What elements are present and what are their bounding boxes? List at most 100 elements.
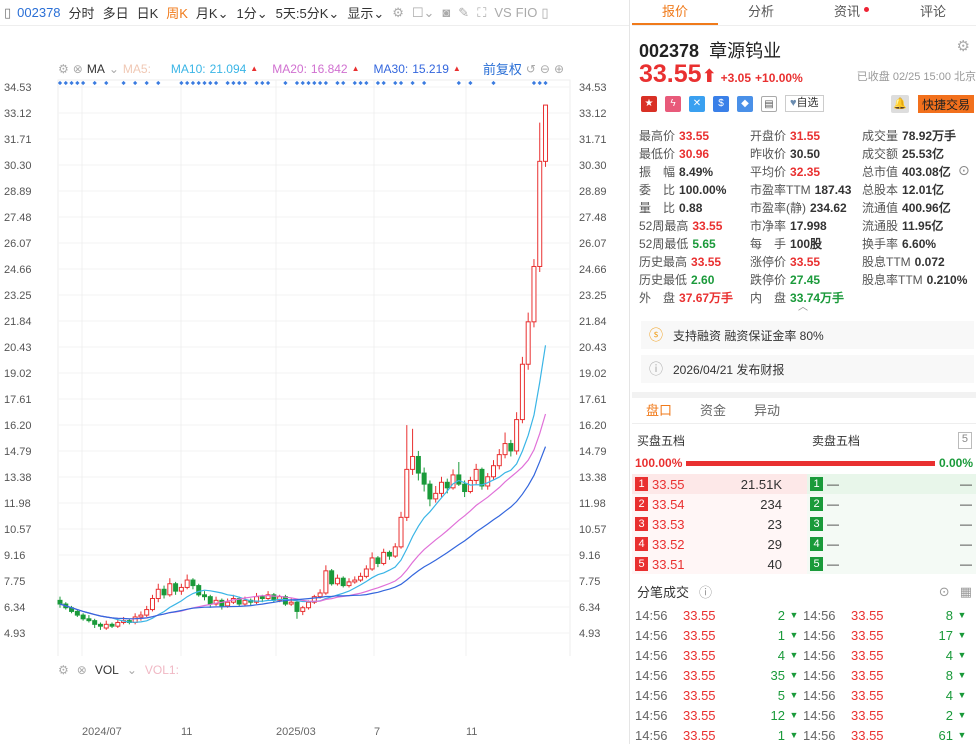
y-tick-label-right: 11.98 [579, 498, 606, 510]
vol-legend: ⚙ ⊗ VOL ⌄ VOL1: [58, 663, 179, 677]
vs-button[interactable]: VS [494, 5, 511, 20]
info-icon[interactable]: ⓘ [699, 582, 712, 601]
stat-cell: 总股本 12.01亿 [862, 181, 944, 199]
divider [632, 392, 976, 398]
bid-level[interactable]: 1 33.55 21.51K [632, 474, 807, 494]
y-tick-label: 33.12 [4, 108, 32, 120]
tab-movement[interactable]: 异动 [754, 400, 780, 423]
candle-body [202, 594, 207, 598]
depth-selector[interactable]: 5 [957, 432, 972, 449]
zoom-out-icon[interactable]: ⊖ [540, 62, 550, 76]
candle [213, 596, 219, 606]
tab-weekly-k[interactable]: 周K [166, 3, 188, 22]
bid-price: 33.55 [652, 476, 685, 492]
stock-code[interactable]: 002378 [17, 5, 60, 20]
x-tick-label: 2024/07 [82, 726, 122, 738]
dollar-icon[interactable]: $ [713, 95, 729, 112]
stat-cell: 跌停价 27.45 [750, 271, 820, 289]
bid-level[interactable]: 3 33.53 23 [632, 514, 807, 534]
candle [508, 439, 514, 457]
event-marker-icon [144, 80, 149, 86]
camera-icon[interactable]: ◙ [442, 5, 450, 20]
settings-gear-icon[interactable]: ⚙ [957, 37, 970, 55]
ask-level[interactable]: 5 — — [807, 554, 976, 574]
candle-body [300, 607, 306, 612]
ask-level[interactable]: 4 — — [807, 534, 976, 554]
trade-price: 33.55 [683, 667, 716, 683]
stat-cell: 市净率 17.998 [750, 217, 827, 235]
collapse-chevron-icon[interactable]: ︿ [798, 298, 808, 313]
panel-toggle-icon[interactable]: ▯ [541, 5, 548, 21]
report-info[interactable]: ⓘ 2026/04/21 发布财报 [641, 355, 974, 383]
more-icon[interactable]: ⊙ [939, 584, 950, 600]
minute-dropdown[interactable]: 1分⌄ [237, 3, 268, 22]
candle [340, 576, 346, 588]
candle [473, 463, 479, 485]
stat-label: 流通值 [862, 201, 899, 215]
ask-level[interactable]: 2 — — [807, 494, 976, 514]
candle [144, 605, 150, 617]
vol-close-icon[interactable]: ⊗ [77, 663, 87, 677]
stat-cell: 历史最高 33.55 [639, 253, 721, 271]
more-icon[interactable]: ⊙ [958, 162, 970, 179]
bid-rank: 5 [635, 557, 648, 571]
bid-level[interactable]: 2 33.54 234 [632, 494, 807, 514]
bid-volume: 234 [760, 496, 782, 512]
margin-icon[interactable]: ϟ [665, 95, 681, 112]
tab-quote[interactable]: 报价 [632, 0, 718, 25]
ma-dropdown[interactable]: MA [87, 62, 105, 76]
y-tick-label-right: 16.20 [579, 420, 607, 432]
candlestick-chart[interactable]: 34.53 34.53 33.12 33.12 31.71 31.71 30.30 30.30… [0, 76, 630, 656]
event-marker-icon [323, 80, 329, 86]
checkbox-icon[interactable]: ☐⌄ [412, 5, 435, 21]
connect-icon[interactable]: ✕ [689, 95, 705, 112]
event-marker-icon [196, 80, 201, 86]
bid-level[interactable]: 5 33.51 40 [632, 554, 807, 574]
note-icon[interactable]: ▤ [761, 95, 777, 112]
vol-dropdown[interactable]: VOL [95, 663, 119, 677]
china-flag-icon[interactable]: ★ [641, 95, 657, 112]
plot-frame [57, 79, 571, 656]
orderbook-tabs: 盘口 资金 异动 [632, 400, 976, 424]
down-triangle-icon: ▼ [957, 630, 967, 640]
stat-cell: 历史最低 2.60 [639, 271, 714, 289]
bell-icon[interactable]: 🔔 [891, 95, 909, 113]
ma-close-icon[interactable]: ⊗ [73, 62, 83, 76]
candle-body [167, 583, 173, 596]
grid-icon[interactable]: ▦ [960, 584, 972, 600]
gear-icon[interactable]: ⚙ [392, 5, 404, 21]
fullscreen-icon[interactable]: ⛶ [477, 5, 486, 21]
zoom-in-icon[interactable]: ⊕ [554, 62, 564, 76]
margin-info[interactable]: ⓢ 支持融资 融资保证金率 80% [641, 321, 974, 349]
chevron-down-icon[interactable]: ⌄ [127, 663, 137, 677]
quick-trade-button[interactable]: 快捷交易 [918, 95, 975, 113]
period-dropdown[interactable]: 5天:5分K⌄ [276, 3, 340, 22]
display-dropdown[interactable]: 显示⌄ [347, 3, 384, 22]
pencil-icon[interactable]: ✎ [458, 5, 469, 21]
vol-settings-icon[interactable]: ⚙ [58, 663, 69, 677]
tab-news[interactable]: 资讯 [804, 0, 890, 25]
tab-multiday[interactable]: 多日 [103, 3, 129, 22]
tab-daily-k[interactable]: 日K [137, 3, 159, 22]
ask-level[interactable]: 1 — — [807, 474, 976, 494]
trade-time: 14:56 [635, 627, 668, 643]
event-marker-icon [121, 80, 126, 86]
reset-icon[interactable]: ↺ [526, 62, 536, 76]
tab-orderbook[interactable]: 盘口 [646, 400, 672, 423]
y-tick-label-right: 17.61 [579, 394, 607, 406]
sidebar-toggle-icon[interactable]: ▯ [4, 5, 11, 21]
add-favorite-button[interactable]: ♥自选 [785, 95, 824, 112]
tab-monthly-k[interactable]: 月K⌄ [196, 3, 229, 22]
tab-comments[interactable]: 评论 [890, 0, 976, 25]
y-tick-label-right: 13.38 [579, 472, 607, 484]
tab-analysis[interactable]: 分析 [718, 0, 804, 25]
chevron-down-icon[interactable]: ⌄ [109, 62, 119, 76]
f10-button[interactable]: FIO [516, 5, 538, 20]
candle-body [178, 586, 184, 592]
ma-settings-icon[interactable]: ⚙ [58, 62, 69, 76]
bid-level[interactable]: 4 33.52 29 [632, 534, 807, 554]
tab-intraday[interactable]: 分时 [69, 3, 95, 22]
tag-icon[interactable]: ◆ [737, 95, 753, 112]
tab-capital[interactable]: 资金 [700, 400, 726, 423]
ask-level[interactable]: 3 — — [807, 514, 976, 534]
